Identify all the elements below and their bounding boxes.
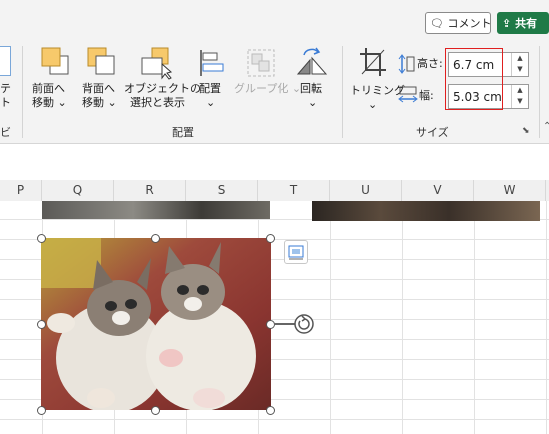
column-header[interactable]: Q [42,180,114,201]
partial-group-label: ビ [0,126,11,139]
resize-handle[interactable] [266,320,275,329]
column-header[interactable]: V [402,180,474,201]
crop-label: トリミング [350,84,405,97]
formula-area [0,144,549,181]
partial-label-line1: テ [0,82,11,95]
selection-pane-label1: オブジェクトの [124,82,201,95]
group-button: グループ化 ⌄ [234,44,301,120]
resize-handle[interactable] [37,406,46,415]
arrange-group-label: 配置 [172,126,194,139]
separator [22,46,23,138]
column-header[interactable]: R [114,180,186,201]
resize-handle[interactable] [266,406,275,415]
bring-forward-label1: 前面へ [32,82,65,95]
layout-options-button[interactable] [284,240,308,264]
dialog-launcher-icon[interactable]: ⬊ [522,124,530,138]
height-spinner[interactable]: ▲ ▼ [511,53,528,76]
kitten-photo[interactable] [41,238,271,410]
resize-handle[interactable] [266,234,275,243]
resize-handle[interactable] [151,406,160,415]
column-header[interactable]: U [330,180,402,201]
share-button[interactable]: ⇪ 共有 [497,12,549,34]
separator [539,46,540,138]
width-spinner[interactable]: ▲ ▼ [511,85,528,108]
partial-photo-top[interactable] [42,201,270,219]
send-backward-button[interactable]: 背面へ 移動 ⌄ [80,44,126,120]
partial-photo-top-right[interactable] [312,201,540,221]
partial-label-line2: ト [0,96,11,109]
partial-icon [0,46,11,76]
crop-button[interactable]: トリミング ⌄ [350,44,405,120]
title-bar: 🗨 コメント ⇪ 共有 [0,0,549,40]
layout-options-icon [288,245,304,260]
size-group-label: サイズ [416,126,449,139]
height-label: 高さ: [417,57,443,70]
collapse-ribbon-icon[interactable]: ⌃ [543,120,549,134]
column-header[interactable]: T [258,180,330,201]
group-label: グループ化 ⌄ [234,82,302,95]
separator [342,46,343,138]
chevron-down-icon: ⌄ [368,98,378,111]
resize-handle[interactable] [37,320,46,329]
comment-label: コメント [447,17,492,30]
send-backward-label2: 移動 ⌄ [82,96,117,109]
align-button[interactable]: 配置 ⌄ [194,44,230,120]
rotate-handle-icon[interactable] [293,313,315,335]
rotate-icon [296,47,328,75]
crop-icon [360,48,386,76]
width-icon [398,86,418,103]
group-icon [247,49,275,77]
comment-icon: 🗨 [430,17,444,30]
comment-button[interactable]: 🗨 コメント [425,12,491,34]
rotate-label: 回転 [300,82,322,95]
selection-pane-icon [141,47,173,80]
resize-handle[interactable] [151,234,160,243]
send-backward-icon [87,47,115,75]
chevron-down-icon: ⌄ [308,96,318,109]
height-icon [398,54,415,74]
bring-forward-label2: 移動 ⌄ [32,96,67,109]
align-label: 配置 [199,82,221,95]
column-header[interactable]: W [474,180,546,201]
align-icon [200,50,224,76]
size-highlight-box [445,48,503,110]
column-header-row: P Q R S T U V W [0,180,549,202]
send-backward-label1: 背面へ [82,82,115,95]
column-header[interactable]: S [186,180,258,201]
chevron-down-icon: ⌄ [206,96,216,109]
resize-handle[interactable] [37,234,46,243]
column-header[interactable]: P [0,180,42,201]
share-icon: ⇪ [502,17,512,30]
bring-forward-button[interactable]: 前面へ 移動 ⌄ [30,44,80,120]
bring-forward-icon [41,47,69,75]
rotate-button[interactable]: 回転 ⌄ [292,44,332,120]
share-label: 共有 [515,17,538,30]
selection-pane-label2: 選択と表示 [130,96,185,109]
width-label: 幅: [419,89,434,102]
selection-pane-button[interactable]: オブジェクトの 選択と表示 [124,44,201,120]
